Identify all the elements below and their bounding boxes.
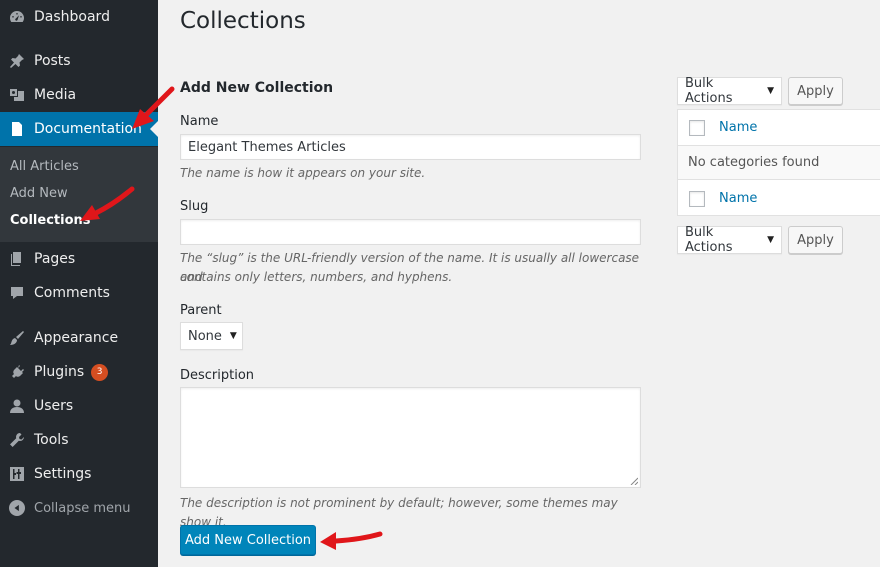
sidebar-item-tools[interactable]: Tools <box>0 423 158 457</box>
sidebar-item-label: Documentation <box>34 121 142 137</box>
table-footer-row: Name <box>678 181 880 216</box>
parent-select-value: None <box>188 328 222 344</box>
parent-label: Parent <box>180 303 222 318</box>
pin-icon <box>9 53 25 69</box>
dropdown-arrow-icon: ▼ <box>229 331 237 341</box>
resize-grip-icon[interactable] <box>630 477 638 485</box>
form-heading: Add New Collection <box>180 80 334 96</box>
sidebar-item-dashboard[interactable]: Dashboard <box>0 0 158 34</box>
user-icon <box>9 398 25 414</box>
page-title: Collections <box>180 8 306 34</box>
apply-button-top[interactable]: Apply <box>788 77 843 105</box>
sidebar-item-label: Tools <box>34 432 69 448</box>
name-help-text: The name is how it appears on your site. <box>180 166 426 180</box>
wrench-icon <box>9 432 25 448</box>
bulk-actions-label: Bulk Actions <box>685 76 733 106</box>
brush-icon <box>9 330 25 346</box>
select-all-checkbox[interactable] <box>689 119 705 136</box>
media-icon <box>9 87 25 103</box>
collapse-menu-button[interactable]: Collapse menu <box>0 491 158 525</box>
sidebar-item-label: Settings <box>34 466 92 482</box>
sidebar-item-settings[interactable]: Settings <box>0 457 158 491</box>
name-column-header[interactable]: Name <box>719 120 757 135</box>
description-label: Description <box>180 368 255 383</box>
dropdown-arrow-icon: ▼ <box>767 86 774 96</box>
sidebar-item-label: Dashboard <box>34 9 110 25</box>
collapse-menu-label: Collapse menu <box>34 500 131 516</box>
table-header-row: Name <box>678 110 880 145</box>
sidebar-item-label: Posts <box>34 53 71 69</box>
name-column-footer[interactable]: Name <box>719 191 757 206</box>
empty-message: No categories found <box>688 155 820 170</box>
dropdown-arrow-icon: ▼ <box>767 235 774 245</box>
add-new-collection-button[interactable]: Add New Collection <box>180 525 316 555</box>
annotation-arrow-icon <box>320 531 383 550</box>
submenu-item-add-new[interactable]: Add New <box>10 186 68 201</box>
sidebar-item-appearance[interactable]: Appearance <box>0 321 158 355</box>
sidebar-item-label: Comments <box>34 285 110 301</box>
slug-help-text-line-2: contains only letters, numbers, and hyph… <box>180 270 453 284</box>
name-label: Name <box>180 114 219 129</box>
select-all-checkbox-footer[interactable] <box>689 190 705 207</box>
sidebar-item-label: Users <box>34 398 74 414</box>
parent-select[interactable]: None ▼ <box>180 322 243 350</box>
collections-table: Name No categories found Name <box>677 109 880 216</box>
sidebar-item-users[interactable]: Users <box>0 389 158 423</box>
sidebar-item-pages[interactable]: Pages <box>0 242 158 276</box>
sidebar-item-label: Appearance <box>34 330 119 346</box>
submenu-item-all-articles[interactable]: All Articles <box>10 159 79 174</box>
collapse-icon <box>9 500 25 516</box>
document-icon <box>9 121 25 137</box>
bulk-actions-label: Bulk Actions <box>685 225 733 255</box>
pages-icon <box>9 251 25 267</box>
sidebar-item-label: Plugins <box>34 364 85 380</box>
sidebar-item-comments[interactable]: Comments <box>0 276 158 310</box>
bulk-actions-select-bottom[interactable]: Bulk Actions ▼ <box>677 225 782 255</box>
slug-input[interactable] <box>180 219 641 245</box>
bulk-actions-select-top[interactable]: Bulk Actions ▼ <box>677 76 782 106</box>
sidebar-item-posts[interactable]: Posts <box>0 44 158 78</box>
slug-label: Slug <box>180 199 209 214</box>
empty-table-row: No categories found <box>678 145 880 180</box>
annotation-arrow-icon <box>80 186 135 221</box>
name-input[interactable] <box>180 134 641 160</box>
sidebar-item-plugins[interactable]: Plugins 3 <box>0 355 158 389</box>
dashboard-icon <box>9 9 25 25</box>
plugin-icon <box>9 364 25 380</box>
annotation-arrow-icon <box>132 86 175 129</box>
sidebar-item-label: Pages <box>34 251 76 267</box>
plugin-update-badge: 3 <box>91 363 109 381</box>
description-textarea[interactable] <box>180 387 641 488</box>
apply-button-bottom[interactable]: Apply <box>788 226 843 254</box>
comment-icon <box>9 285 25 301</box>
settings-icon <box>9 466 25 482</box>
sidebar-item-label: Media <box>34 87 77 103</box>
